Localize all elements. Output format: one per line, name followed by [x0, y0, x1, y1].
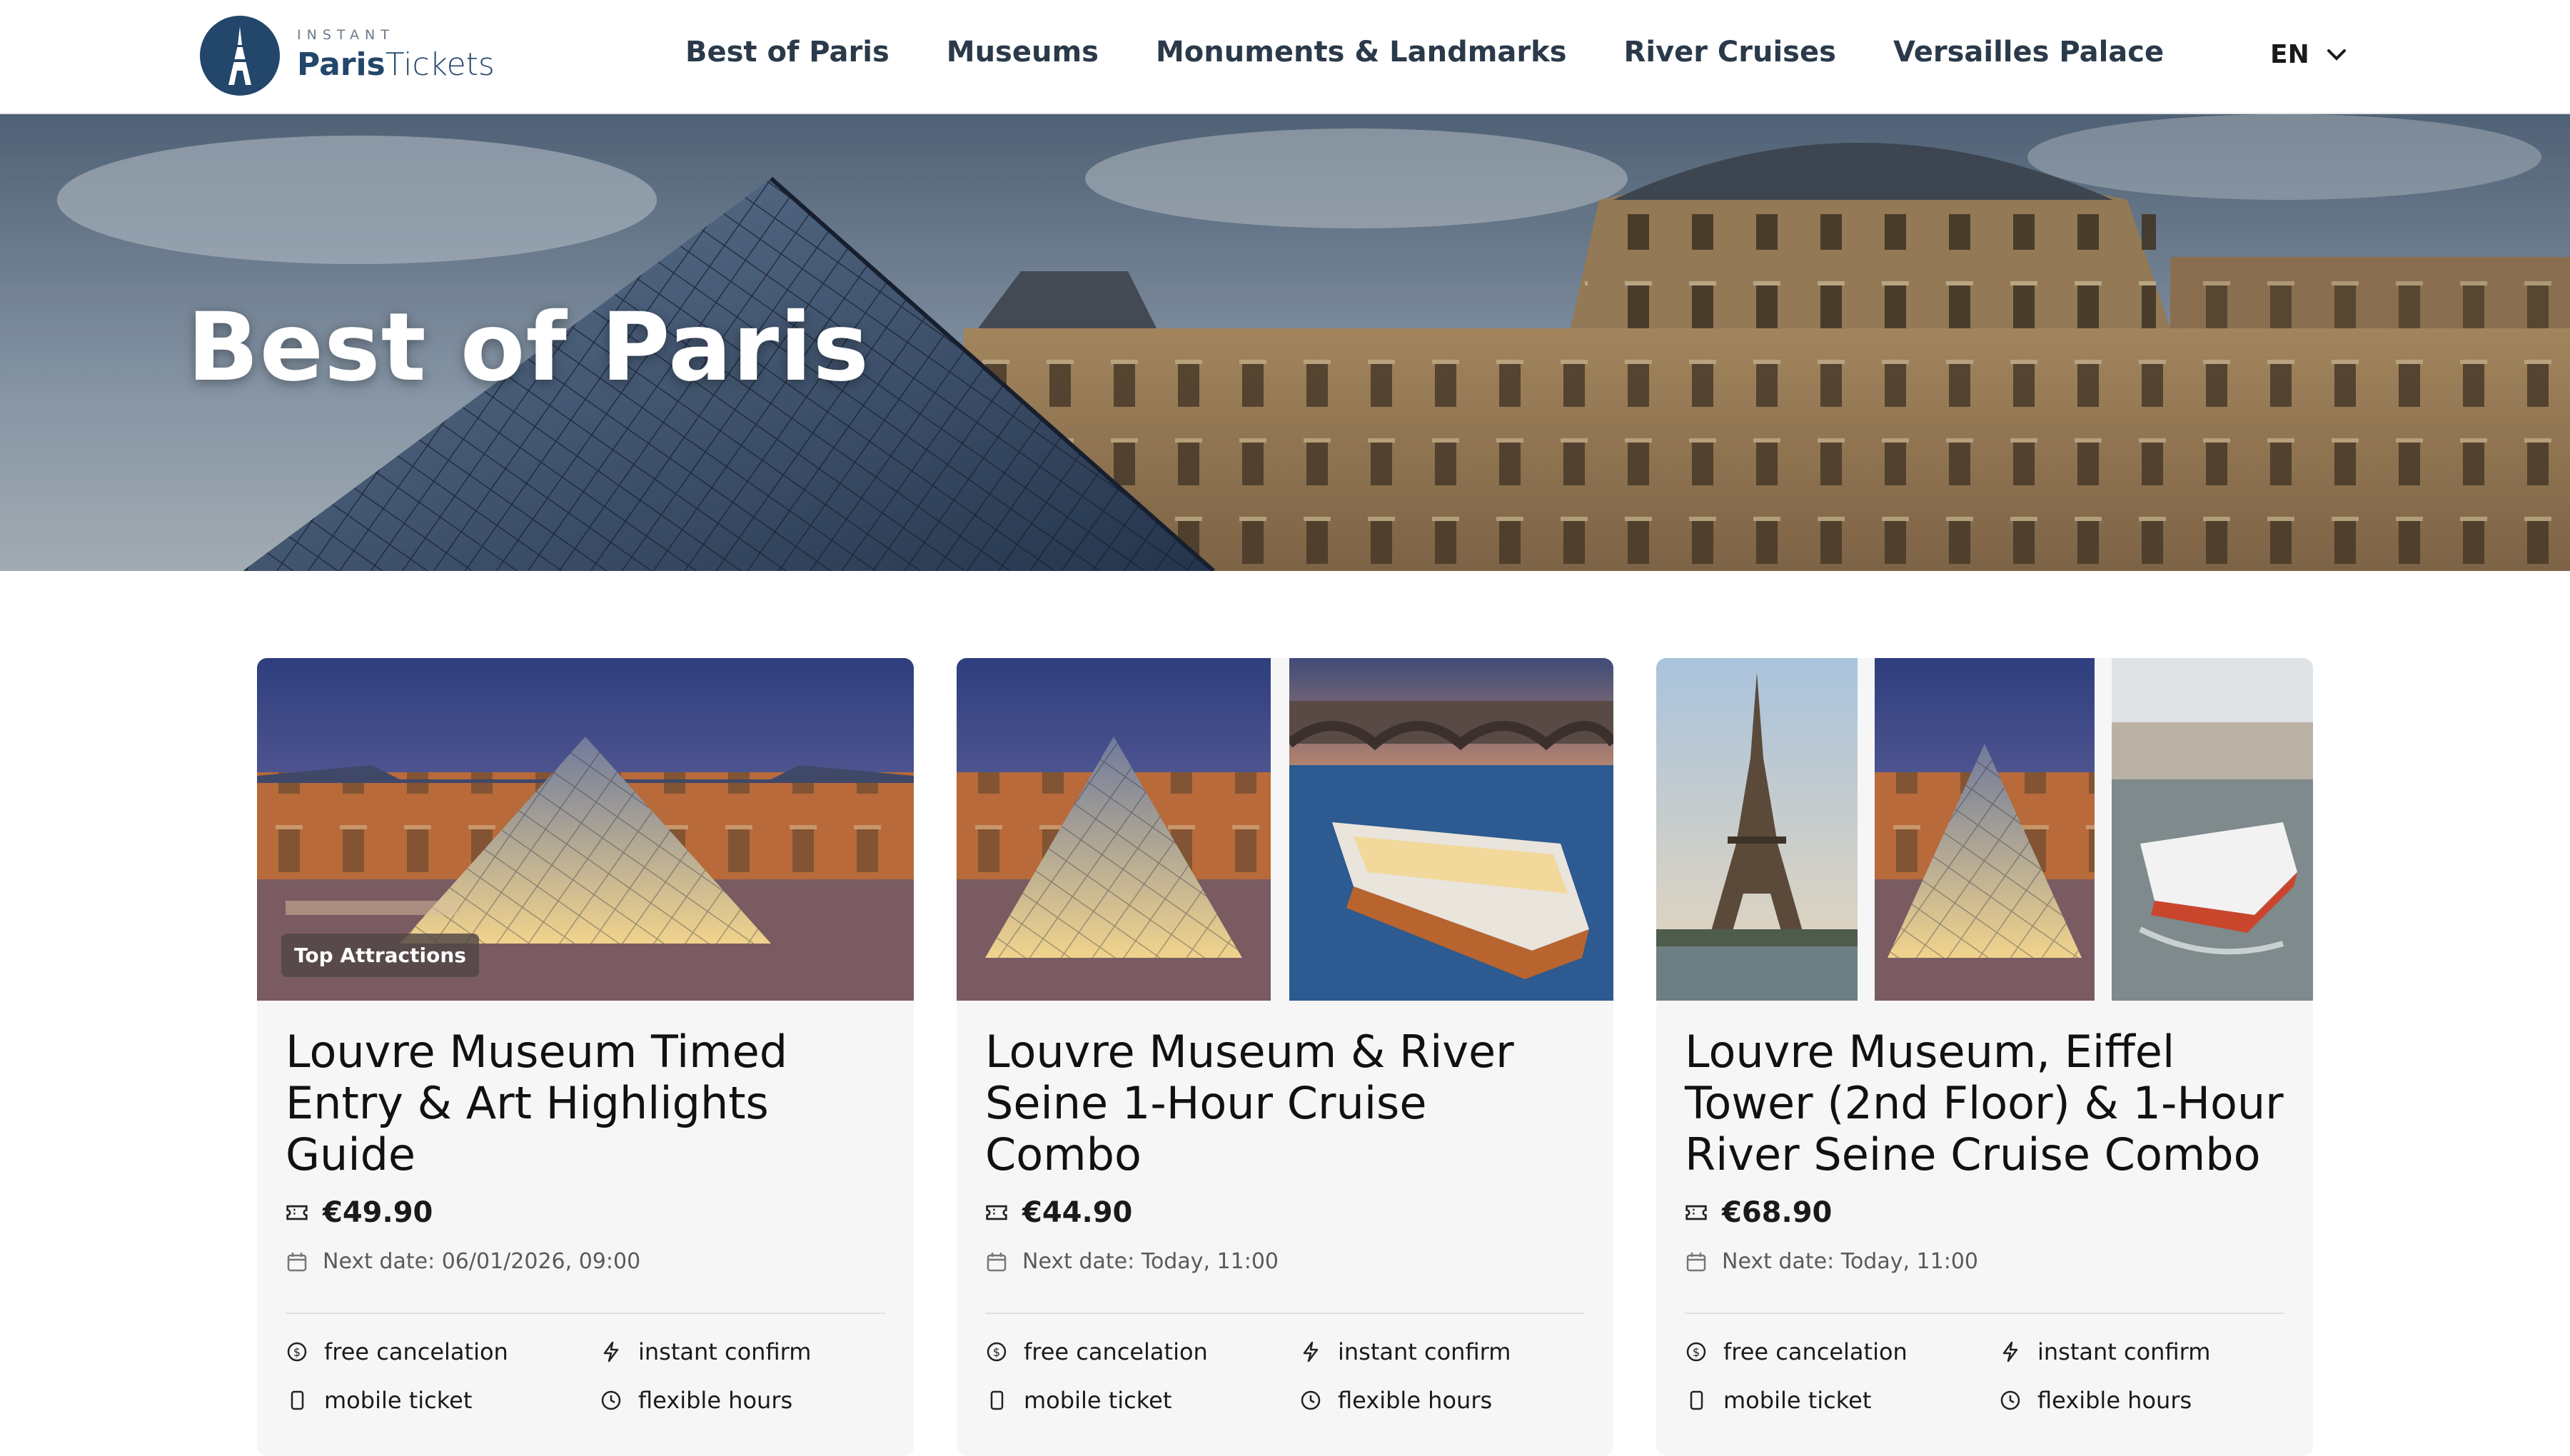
price: €44.90 [1022, 1196, 1133, 1229]
product-grid: Top Attractions Louvre Museum Timed Entr… [257, 658, 2313, 1456]
logo-brand: ParisTickets [297, 46, 495, 84]
louvre-night-image [1875, 658, 2095, 1001]
feature-instant-confirm: instant confirm [600, 1338, 885, 1365]
divider [985, 1313, 1585, 1314]
nav-museums[interactable]: Museums [947, 36, 1099, 69]
language-selector[interactable]: EN [2270, 40, 2347, 69]
nav-best-of-paris[interactable]: Best of Paris [685, 36, 890, 69]
louvre-night-image [957, 658, 1271, 1001]
date-row: Next date: Today, 11:00 [1685, 1249, 2284, 1274]
card-body: Louvre Museum & River Seine 1-Hour Cruis… [985, 1026, 1585, 1414]
card-image[interactable] [1656, 658, 2313, 1001]
next-date: Next date: Today, 11:00 [1022, 1249, 1279, 1274]
logo-text: INSTANT ParisTickets [297, 29, 495, 82]
feature-instant-confirm: instant confirm [1299, 1338, 1585, 1365]
card-title[interactable]: Louvre Museum Timed Entry & Art Highligh… [286, 1026, 885, 1181]
price-row: €49.90 [286, 1196, 885, 1229]
feature-mobile-ticket: mobile ticket [1685, 1387, 1999, 1414]
card-image[interactable] [957, 658, 1613, 1001]
calendar-icon [985, 1250, 1008, 1273]
card-body: Louvre Museum, Eiffel Tower (2nd Floor) … [1685, 1026, 2284, 1414]
dollar-circle-icon: $ [286, 1340, 308, 1363]
features-list: $ free cancelation instant confirm mobil… [1685, 1338, 2284, 1414]
chevron-down-icon [2327, 49, 2346, 61]
price-row: €44.90 [985, 1196, 1585, 1229]
feature-flexible-hours: flexible hours [1299, 1387, 1585, 1414]
seine-cruise-image [1289, 658, 1613, 1001]
svg-text:$: $ [1693, 1345, 1700, 1359]
seine-cruise-day-image [2112, 658, 2313, 1001]
feature-mobile-ticket: mobile ticket [985, 1387, 1299, 1414]
svg-text:$: $ [293, 1345, 301, 1359]
product-card[interactable]: Louvre Museum, Eiffel Tower (2nd Floor) … [1656, 658, 2313, 1456]
top-attractions-badge: Top Attractions [281, 934, 479, 977]
feature-free-cancelation: $ free cancelation [286, 1338, 600, 1365]
feature-instant-confirm: instant confirm [1999, 1338, 2284, 1365]
price: €68.90 [1722, 1196, 1833, 1229]
ticket-icon [286, 1201, 308, 1224]
nav-river-cruises[interactable]: River Cruises [1624, 36, 1836, 69]
feature-flexible-hours: flexible hours [600, 1387, 885, 1414]
dollar-circle-icon: $ [1685, 1340, 1708, 1363]
clock-icon [1299, 1389, 1322, 1412]
lightning-icon [1299, 1340, 1322, 1363]
lightning-icon [1999, 1340, 2022, 1363]
svg-text:$: $ [993, 1345, 1000, 1359]
calendar-icon [1685, 1250, 1708, 1273]
feature-free-cancelation: $ free cancelation [985, 1338, 1299, 1365]
features-list: $ free cancelation instant confirm mobil… [985, 1338, 1585, 1414]
price-row: €68.90 [1685, 1196, 2284, 1229]
feature-mobile-ticket: mobile ticket [286, 1387, 600, 1414]
phone-icon [985, 1389, 1008, 1412]
divider [1685, 1313, 2284, 1314]
divider [286, 1313, 885, 1314]
dollar-circle-icon: $ [985, 1340, 1008, 1363]
product-card[interactable]: Louvre Museum & River Seine 1-Hour Cruis… [957, 658, 1613, 1456]
nav-versailles-palace[interactable]: Versailles Palace [1893, 36, 2164, 69]
date-row: Next date: Today, 11:00 [985, 1249, 1585, 1274]
eiffel-logo-icon [200, 16, 280, 96]
clock-icon [600, 1389, 623, 1412]
card-title[interactable]: Louvre Museum & River Seine 1-Hour Cruis… [985, 1026, 1585, 1181]
language-label: EN [2270, 40, 2309, 69]
feature-free-cancelation: $ free cancelation [1685, 1338, 1999, 1365]
card-image[interactable]: Top Attractions [257, 658, 914, 1001]
features-list: $ free cancelation instant confirm mobil… [286, 1338, 885, 1414]
ticket-icon [985, 1201, 1008, 1224]
site-header: INSTANT ParisTickets Best of Paris Museu… [0, 0, 2570, 114]
eiffel-tower-image [1656, 658, 1858, 1001]
card-title[interactable]: Louvre Museum, Eiffel Tower (2nd Floor) … [1685, 1026, 2284, 1181]
logo-tagline: INSTANT [297, 27, 395, 44]
card-body: Louvre Museum Timed Entry & Art Highligh… [286, 1026, 885, 1414]
next-date: Next date: 06/01/2026, 09:00 [323, 1249, 641, 1274]
clock-icon [1999, 1389, 2022, 1412]
hero-title: Best of Paris [187, 293, 870, 403]
feature-flexible-hours: flexible hours [1999, 1387, 2284, 1414]
product-card[interactable]: Top Attractions Louvre Museum Timed Entr… [257, 658, 914, 1456]
hero-banner: Best of Paris [0, 114, 2570, 571]
lightning-icon [600, 1340, 623, 1363]
calendar-icon [286, 1250, 308, 1273]
ticket-icon [1685, 1201, 1708, 1224]
date-row: Next date: 06/01/2026, 09:00 [286, 1249, 885, 1274]
phone-icon [1685, 1389, 1708, 1412]
price: €49.90 [323, 1196, 433, 1229]
phone-icon [286, 1389, 308, 1412]
nav-monuments-landmarks[interactable]: Monuments & Landmarks [1156, 36, 1567, 69]
site-logo[interactable]: INSTANT ParisTickets [200, 16, 495, 96]
next-date: Next date: Today, 11:00 [1722, 1249, 1979, 1274]
main-nav: Best of Paris Museums Monuments & Landma… [685, 36, 2164, 69]
